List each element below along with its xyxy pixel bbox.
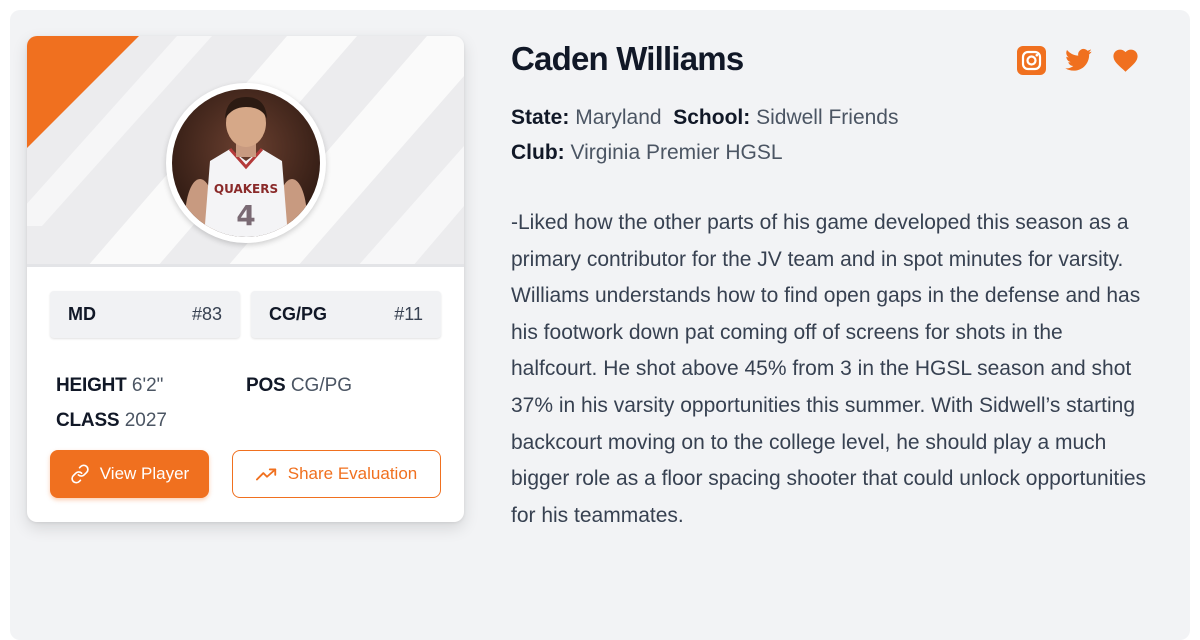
club-info: Club: Virginia Premier HGSL: [511, 141, 783, 165]
height-stat: HEIGHT 6'2": [56, 375, 163, 397]
class-stat: CLASS 2027: [56, 410, 167, 432]
evaluation-text: -Liked how the other parts of his game d…: [511, 211, 1147, 527]
twitter-icon[interactable]: [1064, 46, 1093, 75]
player-photo: QUAKERS 4: [172, 89, 320, 237]
club-value: Virginia Premier HGSL: [570, 141, 783, 164]
instagram-icon[interactable]: [1017, 46, 1046, 75]
avatar: QUAKERS 4: [166, 83, 326, 243]
card-hero: QUAKERS 4: [27, 36, 464, 267]
social-links: [1017, 46, 1140, 75]
class-label: CLASS: [56, 410, 120, 431]
height-value: 6'2": [131, 375, 164, 396]
trending-up-icon: [255, 468, 276, 481]
view-player-label: View Player: [99, 464, 190, 483]
state-code: MD: [68, 304, 96, 324]
pos-stat: POS CG/PG: [246, 375, 352, 397]
link-icon: [71, 464, 89, 484]
state-rank: #83: [191, 304, 222, 324]
pos-label: POS: [246, 375, 286, 396]
share-evaluation-button[interactable]: Share Evaluation: [232, 450, 441, 498]
view-player-button[interactable]: View Player: [50, 450, 209, 498]
height-label: HEIGHT: [56, 375, 127, 396]
share-evaluation-label: Share Evaluation: [287, 464, 418, 483]
position-rank-tag: CG/PG #11: [251, 291, 441, 338]
club-label: Club:: [511, 141, 565, 164]
jersey-text: QUAKERS: [214, 182, 278, 196]
state-rank-tag: MD #83: [50, 291, 240, 338]
player-card: QUAKERS 4 MD #83 CG/PG #11 HEIGHT 6'2" P…: [27, 36, 464, 522]
position-code: CG/PG: [269, 304, 328, 324]
location-info: State: Maryland School: Sidwell Friends: [511, 106, 898, 130]
pos-value: CG/PG: [290, 375, 353, 396]
jersey-number: 4: [236, 199, 255, 232]
heart-icon[interactable]: [1111, 46, 1140, 75]
school-value: Sidwell Friends: [756, 106, 899, 129]
position-rank: #11: [394, 304, 423, 324]
player-name: Caden Williams: [511, 40, 744, 77]
state-label: State:: [511, 106, 570, 129]
school-label: School:: [673, 106, 751, 129]
class-value: 2027: [124, 410, 167, 431]
state-value: Maryland: [575, 106, 662, 129]
